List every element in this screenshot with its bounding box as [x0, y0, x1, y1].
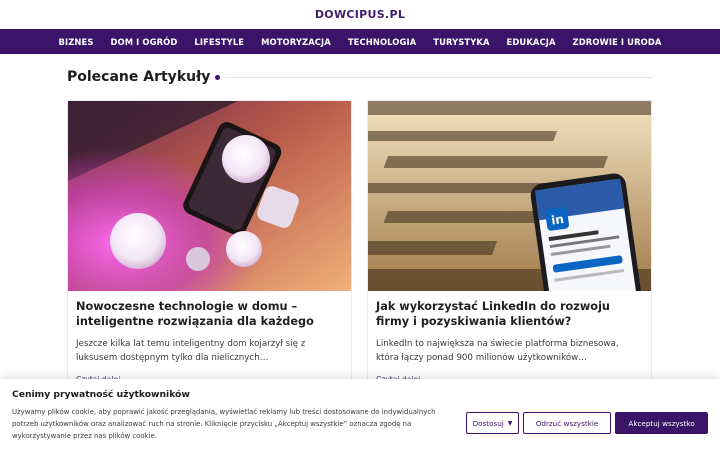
caret-down-icon: ▼ [507, 419, 513, 427]
section-title: Polecane Artykuły [67, 69, 211, 85]
svg-text:in: in [550, 212, 564, 228]
nav-item-lifestyle[interactable]: LIFESTYLE [194, 37, 244, 47]
site-header: DOWCIPUS.PL [0, 0, 720, 29]
smart-home-image [68, 101, 351, 291]
nav-item-motoryzacja[interactable]: MOTORYZACJA [261, 37, 331, 47]
nav-item-zdrowie-i-uroda[interactable]: ZDROWIE I URODA [573, 37, 662, 47]
article-card: Nowoczesne technologie w domu – intelige… [67, 100, 352, 390]
nav-item-edukacja[interactable]: EDUKACJA [507, 37, 556, 47]
section-header: Polecane Artykuły [67, 69, 653, 85]
nav-item-dom-i-ogrod[interactable]: DOM I OGRÓD [110, 37, 177, 47]
nav-item-turystyka[interactable]: TURYSTYKA [433, 37, 489, 47]
title-divider [225, 76, 653, 78]
linkedin-phone-image: in [368, 101, 651, 291]
nav-item-biznes[interactable]: BIZNES [59, 37, 94, 47]
cookie-banner: Cenimy prywatność użytkowników Używamy p… [0, 379, 720, 450]
accept-all-button[interactable]: Akceptuj wszystko [615, 412, 708, 434]
cookie-text: Używamy plików cookie, aby poprawić jako… [12, 408, 436, 440]
article-excerpt: LinkedIn to największa na świecie platfo… [376, 339, 619, 363]
customize-button[interactable]: Dostosuj ▼ [466, 412, 519, 434]
article-excerpt: Jeszcze kilka lat temu inteligentny dom … [76, 339, 306, 363]
nav-item-technologia[interactable]: TECHNOLOGIA [348, 37, 416, 47]
reject-all-button[interactable]: Odrzuć wszystkie [523, 412, 611, 434]
title-dot-icon [215, 74, 221, 80]
main-nav: BIZNES DOM I OGRÓD LIFESTYLE MOTORYZACJA… [0, 29, 720, 54]
article-image-linkedin[interactable]: in [368, 101, 651, 291]
site-logo[interactable]: DOWCIPUS.PL [315, 8, 405, 21]
article-image-smart-home[interactable] [68, 101, 351, 291]
article-title[interactable]: Jak wykorzystać LinkedIn do rozwoju firm… [376, 299, 643, 329]
cookie-title: Cenimy prywatność użytkowników [12, 389, 190, 400]
customize-button-label: Dostosuj [472, 418, 504, 428]
article-card: in Jak wykorzystać LinkedIn do rozwoju f… [367, 100, 652, 390]
article-title[interactable]: Nowoczesne technologie w domu – intelige… [76, 299, 343, 329]
